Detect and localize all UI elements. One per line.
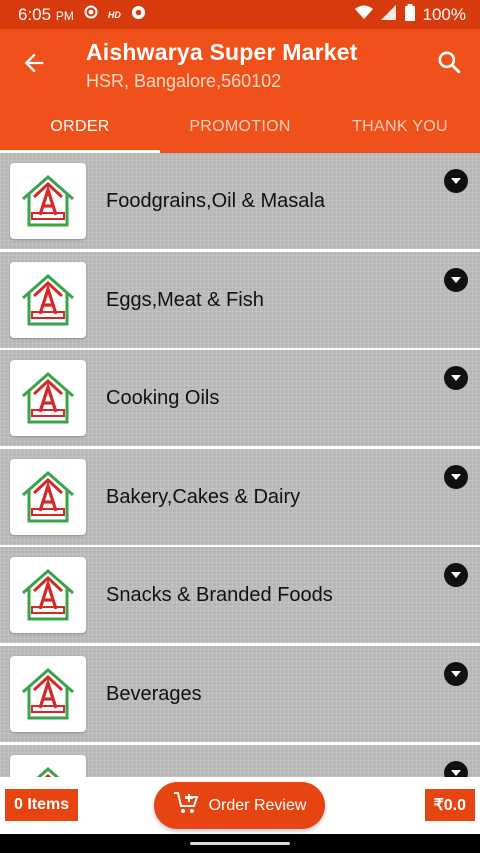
store-logo	[10, 163, 86, 239]
chevron-down-icon[interactable]	[444, 563, 468, 588]
store-logo	[10, 261, 86, 338]
battery-percent: 100%	[422, 4, 466, 24]
category-list: Foodgrains,Oil & Masala Eggs,Meat & Fish	[0, 153, 480, 777]
category-label: Snacks & Branded Foods	[106, 584, 333, 607]
category-row[interactable]: Bakery,Cakes & Dairy	[0, 448, 480, 545]
store-logo	[10, 754, 86, 777]
store-logo	[10, 458, 86, 535]
store-logo	[10, 360, 86, 437]
category-label: Bakery,Cakes & Dairy	[106, 485, 301, 508]
chevron-down-icon[interactable]	[444, 366, 468, 391]
cart-add-icon	[173, 791, 199, 820]
chevron-down-icon[interactable]	[444, 169, 468, 193]
tab-order[interactable]: ORDER	[0, 101, 160, 153]
store-title: Aishwarya Super Market	[86, 39, 358, 65]
status-bar: 6:05 PM HD 100%	[0, 0, 480, 29]
category-label: Eggs,Meat & Fish	[106, 288, 264, 311]
category-row[interactable]: Cooking Oils	[0, 350, 480, 447]
back-arrow-icon[interactable]	[20, 49, 48, 77]
app-bar: Aishwarya Super Market HSR, Bangalore,56…	[0, 29, 480, 153]
category-row[interactable]: Snacks & Branded Foods	[0, 547, 480, 644]
store-logo	[10, 655, 86, 732]
cart-total[interactable]: ₹0.0	[424, 789, 475, 821]
bottom-bar: 0 Items Order Review ₹0.0	[0, 777, 480, 834]
status-time: 6:05 PM	[18, 4, 74, 24]
order-review-button[interactable]: Order Review	[154, 782, 325, 829]
chrome-icon	[131, 5, 146, 25]
category-label: Foodgrains,Oil & Masala	[106, 190, 325, 212]
search-icon[interactable]	[436, 49, 462, 75]
category-row[interactable]: Foodgrains,Oil & Masala	[0, 153, 480, 249]
chevron-down-icon[interactable]	[444, 661, 468, 686]
record-icon	[84, 5, 98, 24]
tab-bar: ORDER PROMOTION THANK YOU	[0, 101, 480, 153]
signal-icon	[380, 4, 397, 25]
store-address: HSR, Bangalore,560102	[86, 71, 282, 91]
battery-icon	[404, 3, 415, 26]
tab-promotion[interactable]: PROMOTION	[160, 101, 320, 153]
home-gesture-pill[interactable]	[190, 842, 290, 845]
chevron-down-icon[interactable]	[444, 760, 468, 777]
status-right: 100%	[354, 0, 466, 29]
category-label: Cooking Oils	[106, 387, 220, 410]
category-row[interactable]: Eggs,Meat & Fish	[0, 251, 480, 348]
tab-thank-you[interactable]: THANK YOU	[320, 101, 480, 153]
category-row[interactable]: Beverages	[0, 645, 480, 742]
hd-icon: HD	[107, 9, 121, 20]
order-review-label: Order Review	[208, 796, 307, 814]
category-label: Beverages	[106, 682, 202, 705]
store-logo	[10, 557, 86, 634]
chevron-down-icon[interactable]	[444, 464, 468, 489]
wifi-icon	[354, 5, 373, 25]
category-row[interactable]	[0, 744, 480, 777]
chevron-down-icon[interactable]	[444, 267, 468, 292]
system-nav-bar	[0, 834, 480, 853]
items-count[interactable]: 0 Items	[5, 789, 79, 821]
